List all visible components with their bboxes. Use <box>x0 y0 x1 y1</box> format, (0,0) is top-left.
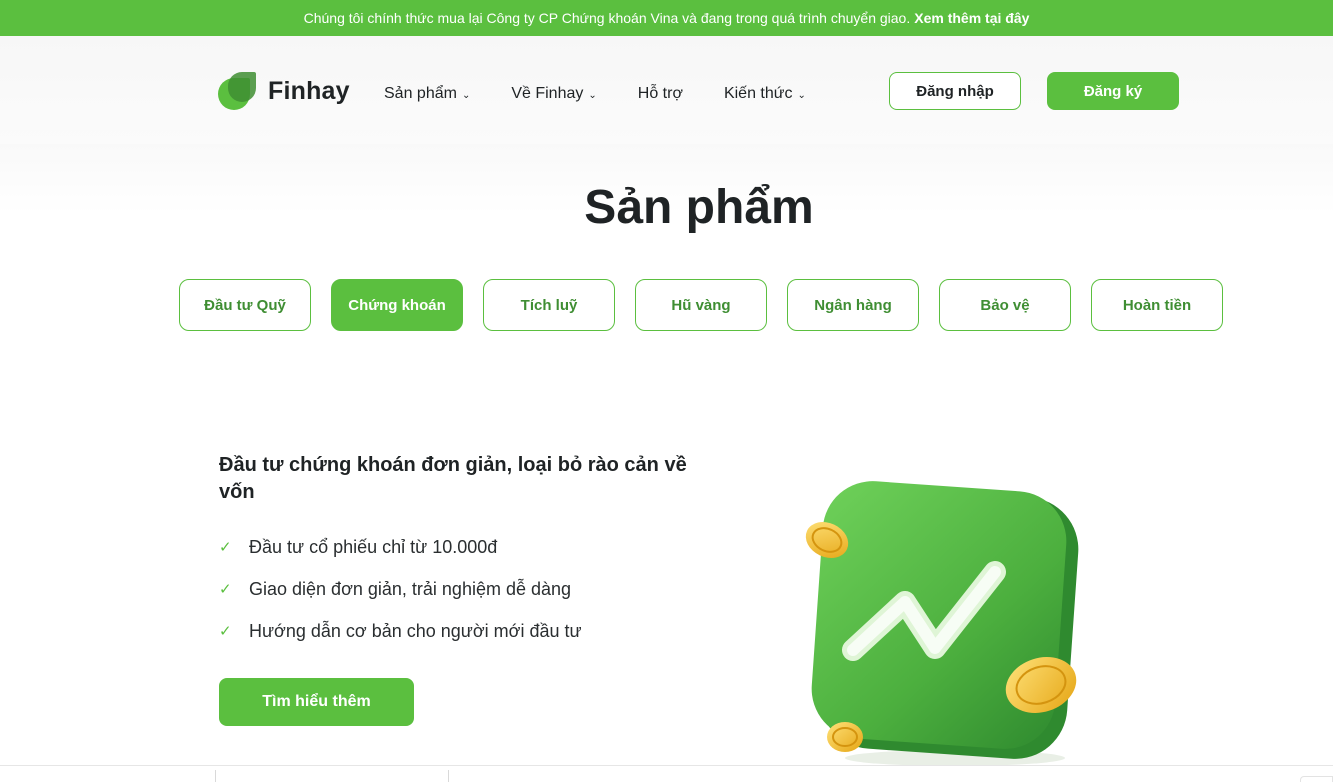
tab-ngan-hang[interactable]: Ngân hàng <box>787 279 919 331</box>
tab-hu-vang[interactable]: Hũ vàng <box>635 279 767 331</box>
list-item: ✓ Giao diện đơn giản, trải nghiệm dễ dàn… <box>219 568 582 610</box>
chevron-down-icon: ⌄ <box>588 89 597 101</box>
check-icon: ✓ <box>219 623 232 640</box>
tab-dau-tu-quy[interactable]: Đầu tư Quỹ <box>179 279 311 331</box>
signup-button[interactable]: Đăng ký <box>1047 72 1179 110</box>
nav-label: Hỗ trợ <box>637 85 683 102</box>
nav-item-kien-thuc[interactable]: Kiến thức ⌄ <box>724 84 806 104</box>
feature-text: Đầu tư cổ phiếu chỉ từ 10.000đ <box>249 536 498 557</box>
page-title: Sản phẩm <box>584 181 814 234</box>
nav-label: Kiến thức <box>723 85 793 102</box>
stock-chart-illustration-icon <box>805 481 1079 766</box>
nav-label: Về Finhay <box>511 85 584 102</box>
product-tabs: Đầu tư Quỹ Chứng khoán Tích luỹ Hũ vàng … <box>179 279 1243 331</box>
banner-text: Chúng tôi chính thức mua lại Công ty CP … <box>303 10 911 26</box>
main-nav: Sản phẩm ⌄ Về Finhay ⌄ Hỗ trợ Kiến thức … <box>384 84 847 104</box>
tab-chung-khoan[interactable]: Chứng khoán <box>331 279 463 331</box>
finhay-leaf-logo-icon <box>218 72 258 110</box>
list-item: ✓ Đầu tư cổ phiếu chỉ từ 10.000đ <box>219 526 582 568</box>
tab-tich-luy[interactable]: Tích luỹ <box>483 279 615 331</box>
section-heading: Đầu tư chứng khoán đơn giản, loại bỏ rào… <box>219 454 687 503</box>
check-icon: ✓ <box>219 539 232 556</box>
nav-item-ve-finhay[interactable]: Về Finhay ⌄ <box>511 84 596 104</box>
nav-item-san-pham[interactable]: Sản phẩm ⌄ <box>384 84 470 104</box>
feature-text: Giao diện đơn giản, trải nghiệm dễ dàng <box>249 578 572 599</box>
check-icon: ✓ <box>219 581 232 598</box>
feature-list: ✓ Đầu tư cổ phiếu chỉ từ 10.000đ ✓ Giao … <box>219 526 582 652</box>
chevron-down-icon: ⌄ <box>797 89 806 101</box>
banner-link[interactable]: Xem thêm tại đây <box>914 10 1029 26</box>
tab-bao-ve[interactable]: Bảo vệ <box>939 279 1071 331</box>
nav-label: Sản phẩm <box>384 85 457 102</box>
logo-text: Finhay <box>268 76 350 105</box>
chevron-down-icon: ⌄ <box>461 89 471 101</box>
nav-item-ho-tro[interactable]: Hỗ trợ <box>638 84 683 104</box>
finhay-logo[interactable]: Finhay <box>218 72 350 110</box>
feature-text: Hướng dẫn cơ bản cho người mới đầu tư <box>249 620 582 641</box>
login-button[interactable]: Đăng nhập <box>889 72 1021 110</box>
learn-more-button[interactable]: Tìm hiểu thêm <box>219 678 414 726</box>
list-item: ✓ Hướng dẫn cơ bản cho người mới đầu tư <box>219 610 582 652</box>
bottom-edge <box>0 765 1333 782</box>
announcement-banner: Chúng tôi chính thức mua lại Công ty CP … <box>0 0 1333 36</box>
tab-hoan-tien[interactable]: Hoàn tiền <box>1091 279 1223 331</box>
